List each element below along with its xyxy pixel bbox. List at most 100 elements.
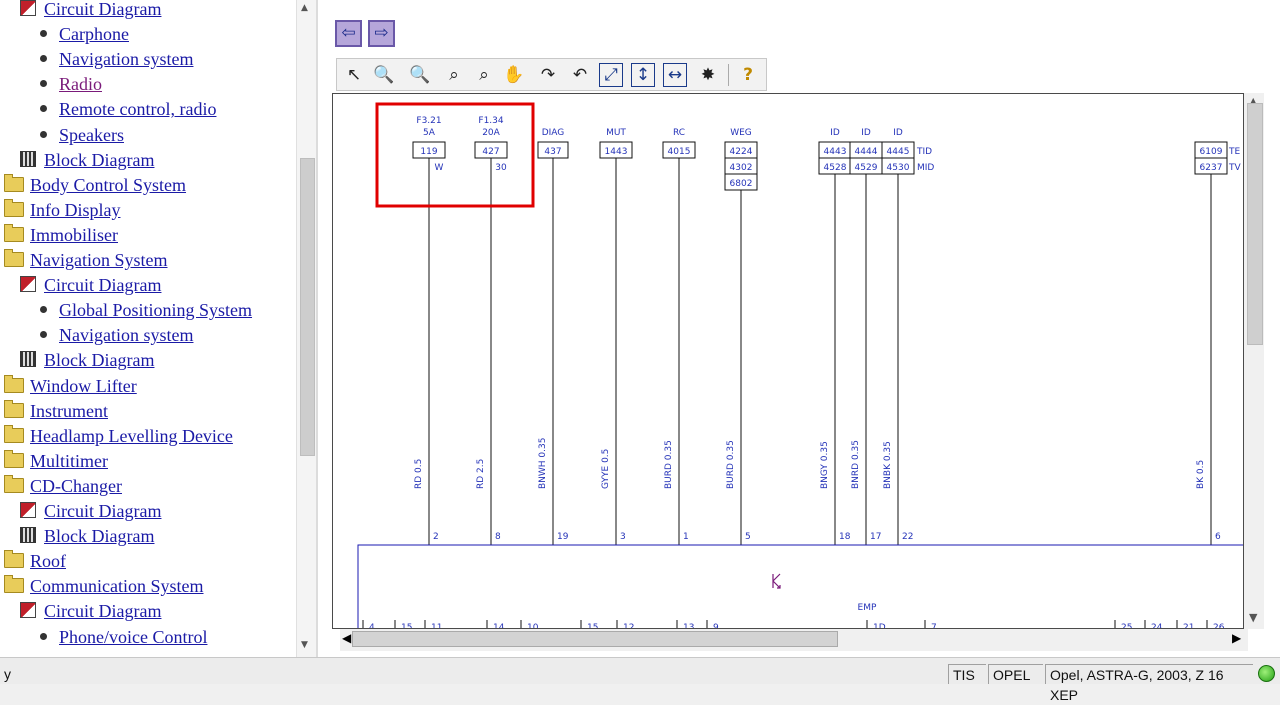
bullet-icon — [40, 105, 47, 113]
fit-width-icon[interactable]: ↔ — [663, 63, 687, 87]
hand-pan-icon[interactable]: ✋ — [501, 62, 527, 88]
select-arrow-icon[interactable]: ↖ — [341, 62, 367, 88]
tree-item-label[interactable]: Navigation system — [59, 49, 193, 69]
tree-item-label[interactable]: Carphone — [59, 24, 129, 44]
tree-item-label[interactable]: Instrument — [30, 401, 108, 421]
tree-item[interactable]: CD-Changer — [4, 474, 122, 500]
tree-item[interactable]: Navigation system — [40, 48, 193, 73]
tree-item-label[interactable]: Navigation System — [30, 250, 168, 270]
zoom-window-icon[interactable]: ⌕ — [471, 62, 497, 88]
terminal-number: 4443 — [824, 147, 847, 157]
folder-open-icon — [4, 474, 24, 493]
terminal-number: 1443 — [605, 147, 628, 157]
tree-item-label[interactable]: Info Display — [30, 200, 120, 220]
folder-icon — [4, 550, 24, 569]
folder-open-icon — [4, 249, 24, 267]
tree-item-label[interactable]: Block Diagram — [44, 150, 154, 170]
tree-item-label[interactable]: Immobiliser — [30, 225, 118, 245]
folder-icon — [4, 374, 24, 393]
tree-item[interactable]: Window Lifter — [4, 374, 137, 400]
folder-icon — [4, 449, 24, 468]
tree-item[interactable]: Speakers — [40, 124, 124, 149]
tree-item[interactable]: Communication System — [4, 575, 204, 600]
tree-item[interactable]: Headlamp Levelling Device — [4, 424, 233, 450]
tree-item-label[interactable]: Radio — [59, 74, 102, 94]
tree-item[interactable]: Circuit Diagram — [20, 274, 161, 299]
tree-item[interactable]: Circuit Diagram — [20, 500, 161, 525]
tree-item-label[interactable]: Communication System — [30, 576, 204, 596]
zoom-in-icon[interactable]: 🔍 — [371, 62, 397, 88]
zoom-icon[interactable]: ⌕ — [441, 62, 467, 88]
folder-icon — [4, 399, 24, 418]
tree-item[interactable]: Immobiliser — [4, 223, 118, 249]
tree-item-label[interactable]: Circuit Diagram — [44, 601, 161, 621]
connector-pin: 17 — [870, 532, 881, 542]
connector-pin: 1 — [683, 532, 689, 542]
highlight-icon[interactable]: ✸ — [695, 62, 721, 88]
status-vehicle: Opel, ASTRA-G, 2003, Z 16 XEP — [1045, 664, 1253, 703]
scroll-right-icon[interactable]: ▶ — [1232, 631, 1241, 645]
tree-item[interactable]: Carphone — [40, 23, 129, 48]
tree-item-label[interactable]: Roof — [30, 551, 66, 571]
diagram-vscroll-thumb[interactable] — [1247, 103, 1263, 345]
tree-item-label[interactable]: Navigation system — [59, 325, 193, 345]
signal-label: MUT — [606, 128, 626, 138]
fit-window-icon[interactable]: ⤢ — [599, 63, 623, 87]
tree-item-label[interactable]: Remote control, radio — [59, 99, 216, 119]
bullet-icon — [40, 80, 47, 88]
tree-scroll-thumb[interactable] — [300, 158, 315, 456]
rotate-ccw-icon[interactable]: ↶ — [567, 62, 593, 88]
tree-item[interactable]: Multitimer — [4, 449, 108, 475]
tree-item-label[interactable]: Circuit Diagram — [44, 0, 161, 19]
tree-item[interactable]: Remote control, radio — [40, 98, 216, 123]
diagram-hscroll-thumb[interactable] — [352, 631, 838, 647]
tree-item[interactable]: Info Display — [4, 198, 120, 224]
transistor-symbol-icon — [772, 573, 781, 589]
tree-item-label[interactable]: Circuit Diagram — [44, 501, 161, 521]
highlight-box — [375, 102, 535, 208]
tree-scrollbar[interactable]: ▲ ▼ — [296, 0, 317, 657]
rotate-cw-icon[interactable]: ↷ — [535, 62, 561, 88]
tree-item-label[interactable]: Global Positioning System — [59, 300, 252, 320]
tree-item[interactable]: Navigation System — [4, 249, 168, 274]
tree-item-label[interactable]: Window Lifter — [30, 376, 137, 396]
circuit-diagram[interactable]: F3.21 5A 119 W RD 0.5 2 F1.34 20A 427 30 RD 2.5 8 DI… — [332, 93, 1244, 629]
diagram-hscrollbar[interactable]: ◀ ▶ — [340, 629, 1248, 651]
connector-pin: 22 — [902, 532, 913, 542]
tree-item-label[interactable]: Block Diagram — [44, 526, 154, 546]
fuse-name: F3.21 — [416, 116, 441, 126]
scroll-up-icon[interactable]: ▲ — [301, 3, 308, 13]
tree-item[interactable]: Radio — [40, 73, 102, 98]
tree-item[interactable]: Circuit Diagram — [20, 600, 161, 625]
tree-item-label[interactable]: Body Control System — [30, 175, 186, 195]
scroll-down-icon[interactable]: ▼ — [1249, 611, 1257, 624]
tree-item[interactable]: Block Diagram — [20, 525, 154, 550]
tree-item[interactable]: Circuit Diagram — [20, 0, 161, 23]
scroll-left-icon[interactable]: ◀ — [342, 631, 351, 645]
tree-item-label[interactable]: Block Diagram — [44, 350, 154, 370]
tree-item-label[interactable]: Phone/voice Control — [59, 627, 207, 647]
tree-item[interactable]: Instrument — [4, 399, 108, 425]
tree-item[interactable]: Navigation system — [40, 324, 193, 349]
diagram-vscrollbar[interactable]: ▲ ▼ — [1244, 93, 1264, 629]
tree-item-label[interactable]: Speakers — [59, 125, 124, 145]
tree-item[interactable]: Block Diagram — [20, 149, 154, 174]
tree-item[interactable]: Roof — [4, 550, 66, 575]
wire-spec: BNWH 0.35 — [538, 438, 548, 489]
connector-pin: 8 — [495, 532, 501, 542]
tree-item-label[interactable]: Circuit Diagram — [44, 275, 161, 295]
forward-button[interactable]: ⇨ — [368, 20, 395, 47]
back-button[interactable]: ⇦ — [335, 20, 362, 47]
fit-height-icon[interactable]: ↕ — [631, 63, 655, 87]
tree-item-label[interactable]: Multitimer — [30, 451, 108, 471]
signal-label: WEG — [730, 128, 752, 138]
tree-item-label[interactable]: Headlamp Levelling Device — [30, 426, 233, 446]
tree-item[interactable]: Block Diagram — [20, 349, 154, 374]
zoom-out-icon[interactable]: 🔍 — [407, 62, 433, 88]
scroll-down-icon[interactable]: ▼ — [301, 640, 308, 650]
tree-item[interactable]: Global Positioning System — [40, 299, 252, 324]
tree-item-label[interactable]: CD-Changer — [30, 476, 122, 496]
help-icon[interactable]: ? — [735, 62, 761, 88]
tree-item[interactable]: Phone/voice Control — [40, 626, 207, 651]
tree-item[interactable]: Body Control System — [4, 173, 186, 199]
